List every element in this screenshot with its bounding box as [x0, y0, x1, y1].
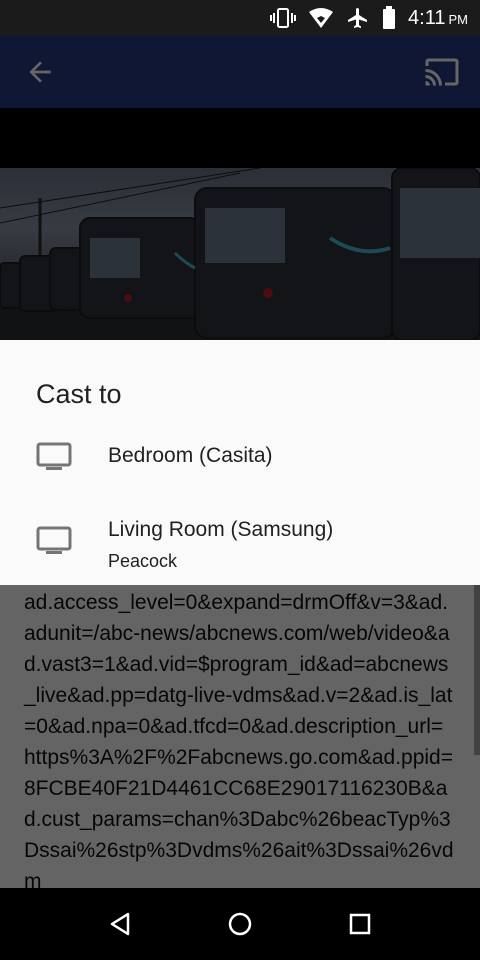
airplane-mode-icon	[346, 6, 370, 30]
tv-icon	[36, 526, 72, 554]
tv-icon	[36, 442, 72, 470]
wifi-icon	[308, 7, 334, 29]
app-bar	[0, 36, 480, 108]
video-player[interactable]	[0, 168, 480, 340]
cast-button[interactable]	[422, 54, 462, 90]
back-triangle-icon	[110, 912, 130, 936]
video-thumbnail	[0, 168, 480, 340]
status-clock: 4:11 PM	[408, 7, 468, 30]
device-subtitle: Peacock	[108, 551, 178, 571]
cast-device-living-room[interactable]: Living Room (Samsung) Peacock	[0, 510, 480, 580]
system-nav-bar	[0, 888, 480, 960]
video-letterbox	[0, 108, 480, 168]
device-name: Bedroom (Casita)	[108, 444, 273, 467]
dialog-title: Cast to	[36, 379, 122, 409]
cast-device-bedroom[interactable]: Bedroom (Casita)	[0, 422, 480, 492]
article-text: ad.access_level=0&expand=drmOff&v=3&ad.a…	[24, 591, 454, 888]
nav-recents-button[interactable]	[346, 910, 374, 938]
recents-square-icon	[349, 913, 371, 935]
nav-back-button[interactable]	[106, 910, 134, 938]
home-circle-icon	[228, 912, 252, 936]
ampm-text: PM	[448, 11, 469, 27]
status-bar: 4:11 PM	[0, 0, 480, 36]
cast-icon	[425, 58, 459, 86]
back-button[interactable]	[24, 56, 56, 88]
back-arrow-icon	[29, 61, 51, 83]
cast-dialog: Cast to Bedroom (Casita) Living Room (Sa…	[0, 340, 480, 585]
scrollbar[interactable]	[474, 585, 480, 755]
time-text: 4:11	[408, 6, 446, 29]
device-name: Living Room (Samsung)	[108, 518, 334, 541]
vibrate-icon	[270, 7, 297, 29]
article-body: ad.access_level=0&expand=drmOff&v=3&ad.a…	[0, 585, 480, 888]
battery-icon	[382, 6, 396, 30]
nav-home-button[interactable]	[226, 910, 254, 938]
